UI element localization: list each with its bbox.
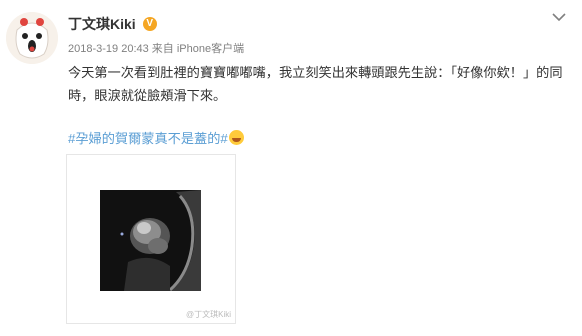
post-image[interactable]: @丁文琪Kiki [66, 154, 236, 324]
username-text[interactable]: 丁文琪Kiki [68, 14, 136, 34]
verified-icon: V [142, 17, 157, 31]
weibo-post-card: 丁文琪Kiki V 2018-3-19 20:43 来自 iPhone客户端 今… [0, 0, 582, 336]
ultrasound-image [100, 190, 201, 292]
username[interactable]: 丁文琪Kiki V [68, 14, 157, 34]
source-link[interactable]: iPhone客户端 [177, 43, 244, 55]
laugh-cry-emoji-icon [228, 130, 244, 145]
avatar[interactable] [6, 12, 58, 64]
source-prefix: 来自 [151, 43, 174, 55]
chevron-down-icon[interactable] [550, 10, 568, 24]
avatar-image [6, 12, 58, 64]
image-watermark: @丁文琪Kiki [185, 310, 231, 319]
hashtag-line: #孕婦的賀爾蒙真不是蓋的# [68, 128, 244, 147]
post-meta: 2018-3-19 20:43 来自 iPhone客户端 [68, 40, 244, 56]
hashtag-link[interactable]: #孕婦的賀爾蒙真不是蓋的# [68, 128, 228, 147]
post-text: 今天第一次看到肚裡的寶寶嘟嘟嘴，我立刻笑出來轉頭跟先生說：「好像你欸！」的同時，… [68, 65, 563, 103]
timestamp[interactable]: 2018-3-19 20:43 [68, 43, 149, 55]
